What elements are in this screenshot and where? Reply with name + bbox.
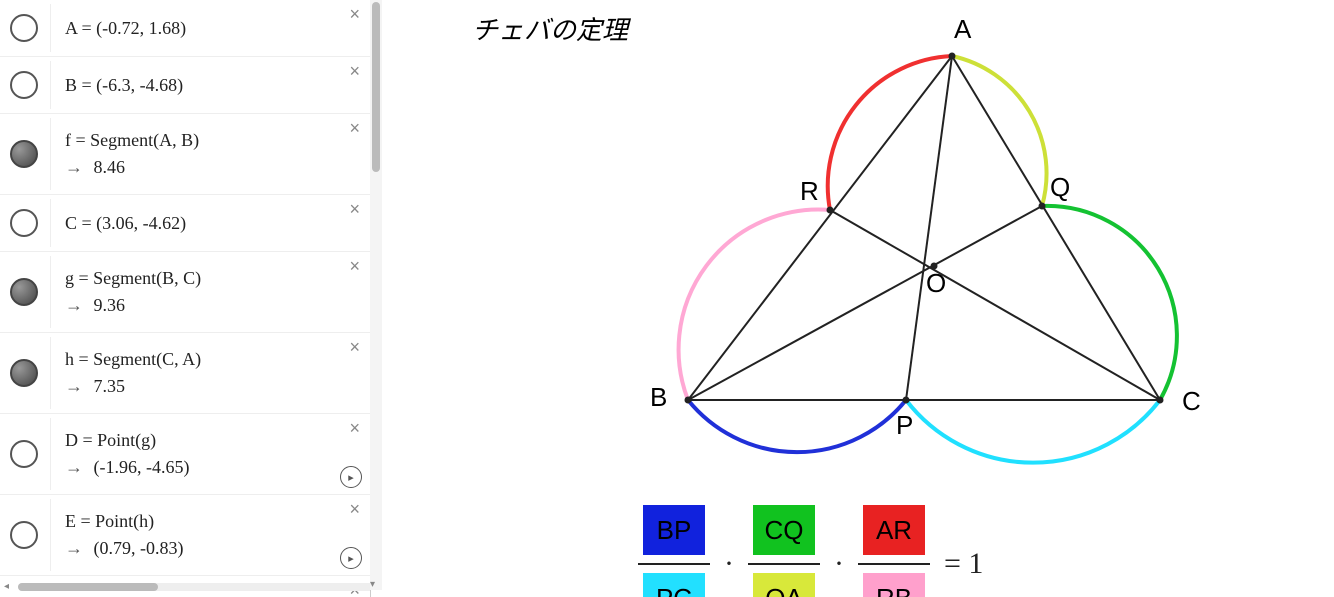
visibility-toggle[interactable] xyxy=(10,140,38,168)
algebra-label: B = (-6.3, -4.68) xyxy=(65,75,183,95)
chip-AR: AR xyxy=(863,505,925,555)
ceva-formula: BP PC · CQ QA · AR RB = 1 xyxy=(632,505,991,597)
arrow-icon: → xyxy=(65,376,83,397)
algebra-row-D[interactable]: D = Point(g) → (-1.96, -4.65) × ▸ xyxy=(0,414,370,495)
algebra-row-A[interactable]: A = (-0.72, 1.68) × xyxy=(0,0,370,57)
arrow-icon: → xyxy=(65,157,83,178)
equals-one: = 1 xyxy=(944,547,983,581)
algebra-value: (-1.96, -4.65) xyxy=(94,457,190,477)
chip-PC: PC xyxy=(643,573,705,597)
visibility-toggle[interactable] xyxy=(10,278,38,306)
scrollbar-thumb[interactable] xyxy=(372,2,380,172)
close-icon[interactable]: × xyxy=(349,256,360,277)
algebra-value: 9.36 xyxy=(94,295,126,315)
visibility-toggle[interactable] xyxy=(10,359,38,387)
close-icon[interactable]: × xyxy=(349,418,360,439)
visibility-toggle[interactable] xyxy=(10,440,38,468)
point-Q[interactable] xyxy=(1039,203,1046,210)
algebra-value: 8.46 xyxy=(94,157,126,177)
algebra-label: g = Segment(B, C) xyxy=(65,268,201,288)
label-P: P xyxy=(896,410,913,440)
label-C: C xyxy=(1182,386,1201,416)
algebra-row-f[interactable]: f = Segment(A, B) → 8.46 × xyxy=(0,114,370,195)
fraction-1: BP PC xyxy=(638,505,710,597)
play-icon[interactable]: ▸ xyxy=(340,466,362,488)
close-icon[interactable]: × xyxy=(349,199,360,220)
close-icon[interactable]: × xyxy=(349,337,360,358)
visibility-toggle[interactable] xyxy=(10,71,38,99)
vertical-scrollbar[interactable]: ▾ xyxy=(370,0,382,590)
chip-CQ: CQ xyxy=(753,505,815,555)
point-B[interactable] xyxy=(685,397,692,404)
close-icon[interactable]: × xyxy=(349,4,360,25)
label-B: B xyxy=(650,382,667,412)
chip-RB: RB xyxy=(863,573,925,597)
segment-CR xyxy=(830,210,1160,400)
chevron-down-icon[interactable]: ▾ xyxy=(370,579,375,590)
algebra-row-B[interactable]: B = (-6.3, -4.68) × xyxy=(0,57,370,114)
arrow-icon: → xyxy=(65,457,83,478)
segment-CA xyxy=(952,56,1160,400)
fraction-3: AR RB xyxy=(858,505,930,597)
algebra-row-C[interactable]: C = (3.06, -4.62) × xyxy=(0,195,370,252)
point-A[interactable] xyxy=(949,53,956,60)
dot-separator: · xyxy=(724,547,734,581)
visibility-toggle[interactable] xyxy=(10,209,38,237)
dot-separator: · xyxy=(834,547,844,581)
algebra-label: C = (3.06, -4.62) xyxy=(65,213,186,233)
point-P[interactable] xyxy=(903,397,910,404)
label-O: O xyxy=(926,268,946,298)
algebra-row-E[interactable]: E = Point(h) → (0.79, -0.83) × ▸ xyxy=(0,495,370,576)
arrow-icon: → xyxy=(65,538,83,559)
scrollbar-thumb[interactable] xyxy=(18,583,158,591)
algebra-label: h = Segment(C, A) xyxy=(65,349,201,369)
play-icon[interactable]: ▸ xyxy=(340,547,362,569)
visibility-toggle[interactable] xyxy=(10,14,38,42)
algebra-label: A = (-0.72, 1.68) xyxy=(65,18,186,38)
chip-QA: QA xyxy=(753,573,815,597)
algebra-view: A = (-0.72, 1.68) × B = (-6.3, -4.68) × … xyxy=(0,0,371,597)
horizontal-scrollbar[interactable]: ◂ xyxy=(4,581,371,595)
arrow-icon: → xyxy=(65,295,83,316)
close-icon[interactable]: × xyxy=(349,61,360,82)
close-icon[interactable]: × xyxy=(349,118,360,139)
arc-PC xyxy=(906,400,1160,463)
visibility-toggle[interactable] xyxy=(10,521,38,549)
label-Q: Q xyxy=(1050,172,1070,202)
algebra-value: (0.79, -0.83) xyxy=(94,538,184,558)
fraction-2: CQ QA xyxy=(748,505,820,597)
graphics-view[interactable]: チェバの定理 A B C P Q R O BP xyxy=(382,0,1334,597)
label-A: A xyxy=(954,14,972,44)
algebra-value: 7.35 xyxy=(94,376,126,396)
chip-BP: BP xyxy=(643,505,705,555)
arc-BP xyxy=(688,400,906,452)
close-icon[interactable]: × xyxy=(349,499,360,520)
point-R[interactable] xyxy=(827,207,834,214)
point-C[interactable] xyxy=(1157,397,1164,404)
algebra-row-g[interactable]: g = Segment(B, C) → 9.36 × xyxy=(0,252,370,333)
algebra-label: D = Point(g) xyxy=(65,430,156,450)
chevron-left-icon[interactable]: ◂ xyxy=(4,581,9,592)
algebra-label: E = Point(h) xyxy=(65,511,154,531)
geometry-canvas[interactable]: A B C P Q R O xyxy=(502,10,1222,490)
arc-RB xyxy=(679,210,830,400)
algebra-row-h[interactable]: h = Segment(C, A) → 7.35 × xyxy=(0,333,370,414)
algebra-label: f = Segment(A, B) xyxy=(65,130,199,150)
label-R: R xyxy=(800,176,819,206)
